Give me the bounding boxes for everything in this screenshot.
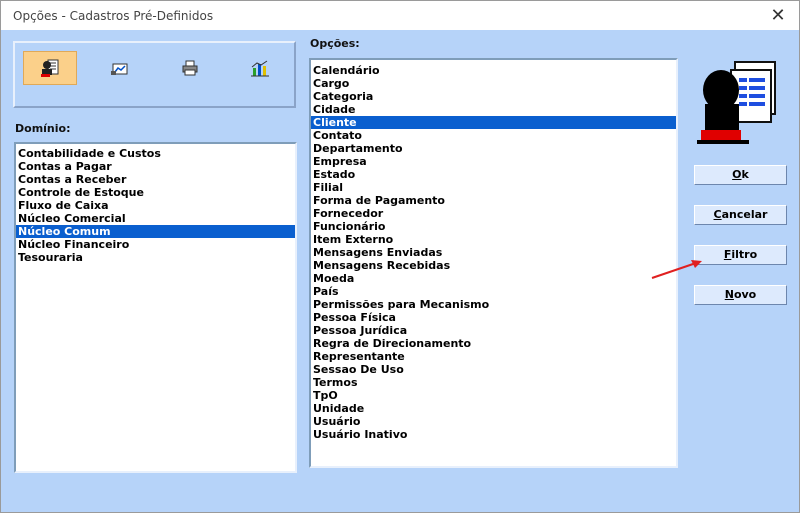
opcoes-list-item[interactable]: Cliente <box>311 116 676 129</box>
ok-label: k <box>741 168 749 181</box>
contact-icon <box>41 59 59 77</box>
opcoes-list-item[interactable]: Mensagens Recebidas <box>311 259 676 272</box>
opcoes-list-item[interactable]: Fornecedor <box>311 207 676 220</box>
toolbar-contacts-button[interactable] <box>23 51 77 85</box>
opcoes-list-item[interactable]: Estado <box>311 168 676 181</box>
dominio-list-item[interactable]: Fluxo de Caixa <box>16 199 295 212</box>
ok-button[interactable]: Ok <box>694 165 787 185</box>
opcoes-list-item[interactable]: Sessao De Uso <box>311 363 676 376</box>
bar-chart-icon <box>251 60 269 77</box>
opcoes-label: Opções: <box>310 37 360 50</box>
opcoes-list-item[interactable]: Item Externo <box>311 233 676 246</box>
dominio-list-item[interactable]: Controle de Estoque <box>16 186 295 199</box>
opcoes-list-item[interactable]: Contato <box>311 129 676 142</box>
close-button[interactable]: ✕ <box>765 4 791 26</box>
opcoes-list-item[interactable]: Filial <box>311 181 676 194</box>
toolbar-print-button[interactable] <box>163 51 217 85</box>
cancelar-button[interactable]: Cancelar <box>694 205 787 225</box>
opcoes-list-item[interactable]: Representante <box>311 350 676 363</box>
printer-icon <box>182 60 198 76</box>
register-logo-icon <box>697 61 776 144</box>
dominio-list-item[interactable]: Contas a Pagar <box>16 160 295 173</box>
novo-mnemonic: N <box>724 288 734 301</box>
opcoes-list-item[interactable]: Regra de Direcionamento <box>311 337 676 350</box>
opcoes-list-item[interactable]: Empresa <box>311 155 676 168</box>
opcoes-list-item[interactable]: Calendário <box>311 64 676 77</box>
opcoes-list-item[interactable]: Pessoa Jurídica <box>311 324 676 337</box>
opcoes-list-item[interactable]: Termos <box>311 376 676 389</box>
dominio-list-item[interactable]: Contas a Receber <box>16 173 295 186</box>
options-dialog: Opções - Cadastros Pré-Definidos ✕ Domín… <box>0 0 800 513</box>
opcoes-list-item[interactable]: Departamento <box>311 142 676 155</box>
chart-icon <box>111 63 128 75</box>
opcoes-list-item[interactable]: Usuário Inativo <box>311 428 676 441</box>
dominio-list-item[interactable]: Núcleo Financeiro <box>16 238 295 251</box>
novo-button[interactable]: Novo <box>694 285 787 305</box>
opcoes-list-item[interactable]: País <box>311 285 676 298</box>
opcoes-listbox[interactable]: Calendário Cargo Categoria Cidade Cliente Con… <box>309 58 678 468</box>
opcoes-list-item[interactable]: Categoria <box>311 90 676 103</box>
filtro-label: iltro <box>731 248 758 261</box>
dominio-list-item[interactable]: Tesouraria <box>16 251 295 264</box>
dominio-listbox[interactable]: Contabilidade e Custos Contas a Pagar Cont… <box>14 142 297 473</box>
dominio-list-item[interactable]: Núcleo Comercial <box>16 212 295 225</box>
title-bar: Opções - Cadastros Pré-Definidos ✕ <box>1 1 799 30</box>
toolbar-reports-button[interactable] <box>93 51 147 85</box>
opcoes-list-item[interactable]: Moeda <box>311 272 676 285</box>
dominio-list-item[interactable]: Núcleo Comum <box>16 225 295 238</box>
opcoes-list-item[interactable]: Funcionário <box>311 220 676 233</box>
opcoes-list-item[interactable]: Permissões para Mecanismo <box>311 298 676 311</box>
annotation-arrow <box>651 260 702 279</box>
cancelar-label: ancelar <box>721 208 768 221</box>
filtro-button[interactable]: Filtro <box>694 245 787 265</box>
opcoes-list-item[interactable]: Mensagens Enviadas <box>311 246 676 259</box>
novo-label: ovo <box>733 288 757 301</box>
opcoes-list-item[interactable]: TpO <box>311 389 676 402</box>
opcoes-list-item[interactable]: Usuário <box>311 415 676 428</box>
opcoes-list-item[interactable]: Unidade <box>311 402 676 415</box>
opcoes-list-item[interactable]: Pessoa Física <box>311 311 676 324</box>
dominio-list-item[interactable]: Contabilidade e Custos <box>16 147 295 160</box>
category-toolbar <box>13 41 296 108</box>
ok-mnemonic: O <box>732 168 742 181</box>
toolbar-charts-button[interactable] <box>233 51 287 85</box>
opcoes-list-item[interactable]: Cargo <box>311 77 676 90</box>
opcoes-list-item[interactable]: Cidade <box>311 103 676 116</box>
opcoes-list-item[interactable]: Forma de Pagamento <box>311 194 676 207</box>
window-title: Opções - Cadastros Pré-Definidos <box>13 9 214 23</box>
dominio-label: Domínio: <box>15 122 71 135</box>
cancelar-mnemonic: C <box>713 208 722 221</box>
